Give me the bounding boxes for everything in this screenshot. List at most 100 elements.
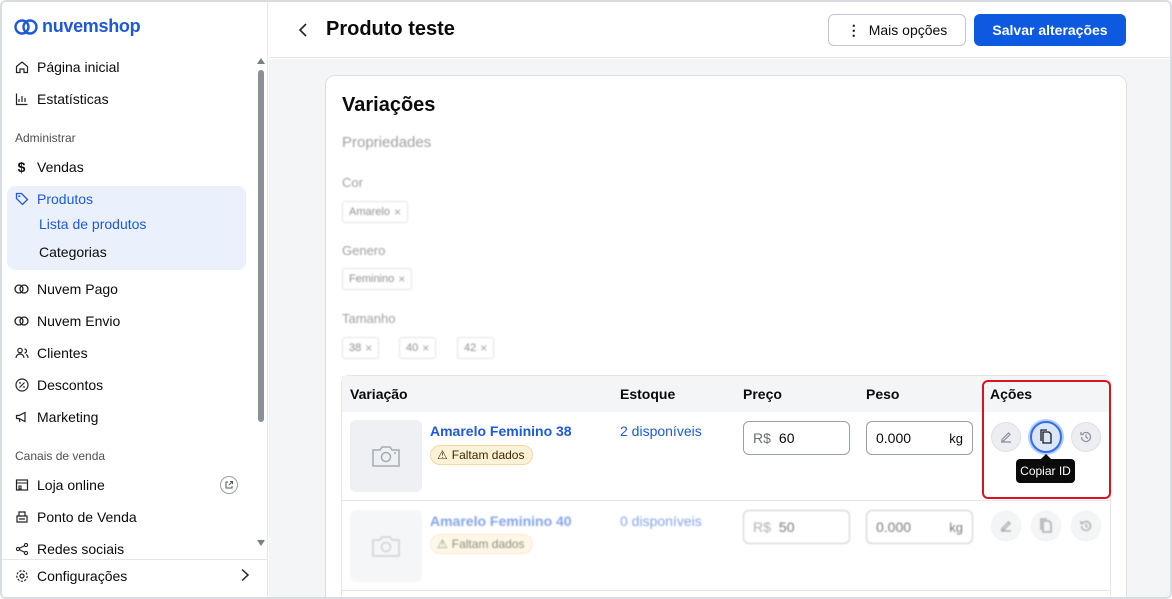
sidebar-item-nuvem-pago[interactable]: Nuvem Pago [14,279,118,299]
sidebar-item-label: Marketing [37,409,99,425]
edit-button[interactable] [991,422,1021,452]
close-icon[interactable]: × [398,272,405,286]
warning-badge: ⚠ Faltam dados [430,534,534,554]
variant-name-link[interactable]: Amarelo Feminino 38 [430,423,572,439]
users-icon [14,346,29,361]
copy-id-button[interactable] [1030,421,1062,453]
sidebar-item-label: Ponto de Venda [37,509,137,525]
weight-input[interactable]: 0.000 kg [866,421,973,455]
property-chip[interactable]: Amarelo × [342,201,408,223]
close-icon[interactable]: × [394,205,401,219]
copy-id-button[interactable] [1031,511,1061,541]
sidebar-item-label: Produtos [37,191,94,207]
row-divider [342,590,1110,591]
history-button[interactable] [1071,422,1101,452]
column-header: Estoque [620,386,676,402]
row-divider [342,500,1110,501]
cloud-logo-icon [14,18,38,35]
sidebar-item-sales[interactable]: $ Vendas [14,157,84,177]
column-header: Preço [743,386,782,402]
percent-icon [14,378,29,393]
price-input[interactable]: R$ 60 [743,421,850,455]
bar-chart-icon [14,92,29,107]
variant-image-placeholder[interactable] [350,420,422,492]
sidebar-item-home[interactable]: Página inicial [14,57,120,77]
stock-link[interactable]: 2 disponíveis [620,423,702,439]
scroll-up-arrow[interactable] [257,58,265,64]
copy-icon [1040,429,1052,444]
property-label-gender: Genero [342,243,386,258]
warning-icon: ⚠ [437,537,448,551]
sidebar-item-marketing[interactable]: Marketing [14,407,98,427]
sidebar-item-label: Nuvem Pago [37,281,118,297]
sidebar-subitem-categories[interactable]: Categorias [39,244,107,260]
back-chevron-icon[interactable] [296,20,310,40]
price-input[interactable]: R$ 50 [743,510,850,544]
store-icon [14,478,29,493]
external-link-icon[interactable] [220,476,238,494]
sidebar-section-channels: Canais de venda [15,449,106,463]
history-button[interactable] [1071,511,1101,541]
sidebar-subitem-product-list[interactable]: Lista de produtos [39,216,146,232]
close-icon[interactable]: × [422,341,429,355]
sidebar-item-label: Página inicial [37,59,120,75]
sidebar-item-settings[interactable]: Configurações [14,566,127,586]
property-chip[interactable]: 42 × [457,337,495,359]
more-options-label: Mais opções [868,22,948,38]
scroll-down-arrow[interactable] [257,540,265,546]
column-header: Ações [990,386,1033,402]
tag-icon [14,192,29,207]
variant-name-link[interactable]: Amarelo Feminino 40 [430,513,572,529]
gear-icon [14,569,29,584]
sidebar-item-social[interactable]: Redes sociais [14,539,124,559]
close-icon[interactable]: × [365,341,372,355]
share-icon [14,542,29,557]
edit-button[interactable] [991,511,1021,541]
variant-image-placeholder[interactable] [350,510,422,582]
sidebar-item-customers[interactable]: Clientes [14,343,88,363]
warning-badge: ⚠ Faltam dados [430,445,534,465]
camera-icon [372,536,400,557]
vertical-dots-icon: ⋮ [846,21,861,38]
warning-icon: ⚠ [437,448,448,462]
home-icon [14,60,29,75]
weight-input[interactable]: 0.000 kg [866,510,973,544]
column-header: Peso [866,386,900,402]
sidebar-item-nuvem-envio[interactable]: Nuvem Envio [14,311,120,331]
sidebar-item-label: Descontos [37,377,104,393]
sidebar-item-pos[interactable]: Ponto de Venda [14,507,137,527]
property-chip[interactable]: Feminino × [342,268,413,290]
sidebar-item-label: Configurações [37,568,128,584]
section-title: Variações [342,94,436,116]
close-icon[interactable]: × [480,341,487,355]
sidebar-item-label: Redes sociais [37,541,125,557]
save-changes-button[interactable]: Salvar alterações [974,14,1126,46]
cloud-icon [14,282,29,297]
sidebar-item-statistics[interactable]: Estatísticas [14,89,109,109]
stock-link[interactable]: 0 disponíveis [620,513,702,529]
sidebar-item-label: Estatísticas [37,91,109,107]
brand-name: nuvemshop [42,16,141,36]
sidebar-item-label: Nuvem Envio [37,313,121,329]
sidebar-item-label: Clientes [37,345,88,361]
sidebar-section-admin: Administrar [15,131,76,145]
sidebar-scrollbar[interactable] [258,70,264,422]
brand-logo[interactable]: nuvemshop [14,16,141,37]
property-chip[interactable]: 38 × [342,337,380,359]
property-label-size: Tamanho [342,311,396,326]
megaphone-icon [14,410,29,425]
sidebar-item-discounts[interactable]: Descontos [14,375,103,395]
sidebar-item-label: Loja online [37,477,105,493]
cloud-icon [14,314,29,329]
property-chip[interactable]: 40 × [399,337,437,359]
pencil-icon [1001,432,1011,443]
sidebar: nuvemshop Página inicial Estatísticas Ad… [2,2,268,597]
sidebar-item-products[interactable]: Produtos [14,189,93,209]
properties-heading: Propriedades [342,134,432,151]
app-window: nuvemshop Página inicial Estatísticas Ad… [0,0,1172,599]
sidebar-item-online-store[interactable]: Loja online [14,475,105,495]
chevron-right-icon[interactable] [240,568,250,587]
history-icon [1080,520,1092,532]
property-label-color: Cor [342,175,363,190]
more-options-button[interactable]: ⋮ Mais opções [828,14,966,46]
